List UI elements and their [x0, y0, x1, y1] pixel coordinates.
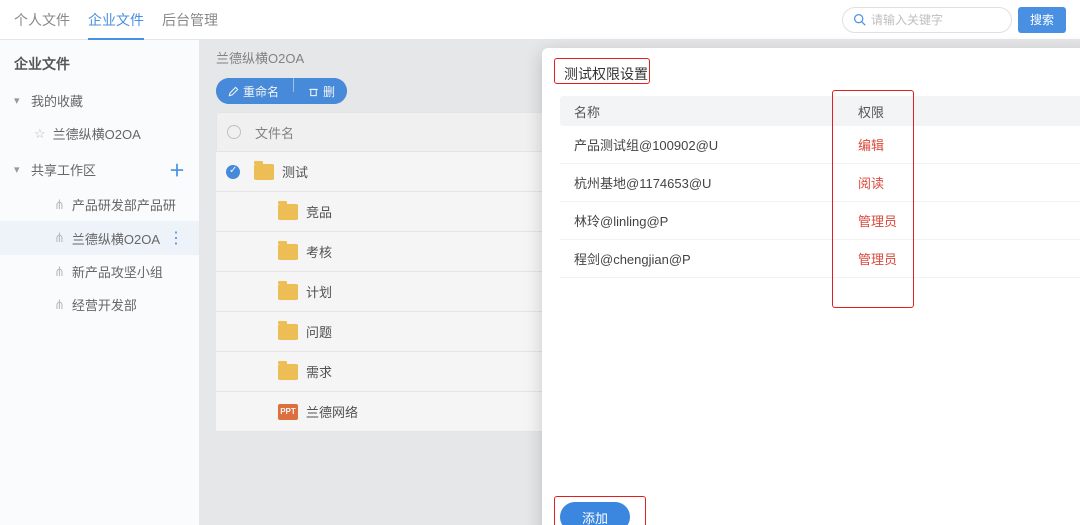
search-button[interactable]: 搜索: [1018, 7, 1066, 33]
sidebar: 企业文件 ▾ 我的收藏 ☆ 兰德纵横O2OA ▾ 共享工作区 ＋ ⋔ 产品研发部…: [0, 40, 200, 525]
perm-name: 产品测试组@100902@U: [560, 135, 850, 154]
perm-row[interactable]: 杭州基地@1174653@U阅读: [560, 164, 1080, 202]
perm-name: 林玲@linling@P: [560, 211, 850, 230]
tab-personal[interactable]: 个人文件: [14, 0, 70, 39]
share-icon: ⋔: [54, 264, 65, 280]
tab-admin[interactable]: 后台管理: [162, 0, 218, 39]
perm-header-role: 权限: [850, 102, 1080, 121]
sidebar-group-favorites[interactable]: ▾ 我的收藏: [0, 84, 199, 117]
perm-header-name: 名称: [560, 102, 850, 121]
sidebar-item-bizdev[interactable]: ⋔ 经营开发部: [0, 288, 199, 321]
perm-row[interactable]: 产品测试组@100902@U编辑: [560, 126, 1080, 164]
sidebar-item-label: 兰德纵横O2OA: [53, 124, 141, 143]
perm-name: 杭州基地@1174653@U: [560, 173, 850, 192]
sidebar-group-label: 我的收藏: [31, 91, 83, 110]
search-input[interactable]: 请输入关键字: [842, 7, 1012, 33]
perm-name: 程剑@chengjian@P: [560, 249, 850, 268]
perm-row[interactable]: 程剑@chengjian@P管理员: [560, 240, 1080, 278]
sidebar-item-label: 新产品攻坚小组: [72, 262, 163, 281]
caret-down-icon: ▾: [14, 163, 24, 176]
top-tabs: 个人文件 企业文件 后台管理: [14, 0, 218, 39]
sidebar-item-o2oa[interactable]: ⋔ 兰德纵横O2OA ⋮: [0, 221, 199, 255]
more-icon[interactable]: ⋮: [168, 228, 185, 248]
sidebar-title: 企业文件: [0, 48, 199, 84]
sidebar-item-newprod[interactable]: ⋔ 新产品攻坚小组: [0, 255, 199, 288]
topbar: 个人文件 企业文件 后台管理 请输入关键字 搜索: [0, 0, 1080, 40]
perm-header: 名称 权限: [560, 96, 1080, 126]
sidebar-item-rd[interactable]: ⋔ 产品研发部产品研: [0, 188, 199, 221]
perm-row[interactable]: 林玲@linling@P管理员: [560, 202, 1080, 240]
modal-title: 测试权限设置: [560, 62, 1080, 86]
tab-company[interactable]: 企业文件: [88, 0, 144, 39]
perm-role[interactable]: 阅读: [850, 173, 1080, 192]
perm-role[interactable]: 编辑: [850, 135, 1080, 154]
sidebar-item-o2oa-fav[interactable]: ☆ 兰德纵横O2OA: [0, 117, 199, 150]
top-right: 请输入关键字 搜索: [842, 7, 1066, 33]
perm-role[interactable]: 管理员: [850, 249, 1080, 268]
share-icon: ⋔: [54, 197, 65, 213]
caret-down-icon: ▾: [14, 94, 24, 107]
sidebar-item-label: 兰德纵横O2OA: [72, 229, 160, 248]
sidebar-item-label: 经营开发部: [72, 295, 137, 314]
permission-modal: ✕ 测试权限设置 名称 权限 产品测试组@100902@U编辑杭州基地@1174…: [542, 48, 1080, 525]
search-placeholder: 请输入关键字: [871, 11, 943, 28]
star-icon: ☆: [34, 126, 46, 142]
plus-icon[interactable]: ＋: [169, 157, 185, 181]
sidebar-item-label: 产品研发部产品研: [72, 195, 176, 214]
share-icon: ⋔: [54, 230, 65, 246]
sidebar-group-shared[interactable]: ▾ 共享工作区 ＋: [0, 150, 199, 188]
sidebar-group-label: 共享工作区: [31, 160, 96, 179]
share-icon: ⋔: [54, 297, 65, 313]
search-icon: [853, 13, 866, 26]
add-button[interactable]: 添加: [560, 502, 630, 525]
main: 兰德纵横O2OA 重命名 删 ☰ ▦ 文件名: [200, 40, 1080, 525]
modal-footer: 添加 关闭: [560, 502, 1080, 525]
perm-role[interactable]: 管理员: [850, 211, 1080, 230]
